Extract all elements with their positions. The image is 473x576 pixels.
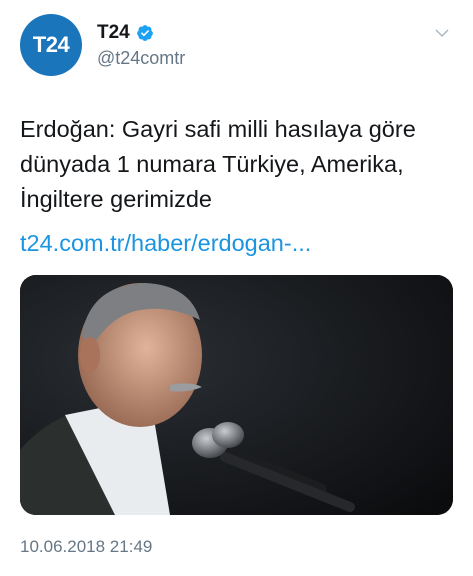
avatar[interactable]: T24 bbox=[20, 14, 82, 76]
verified-badge-icon bbox=[136, 25, 153, 41]
photo-illustration bbox=[20, 275, 453, 515]
chevron-down-icon[interactable] bbox=[433, 24, 451, 42]
tweet-text: Erdoğan: Gayri safi milli hasılaya göre … bbox=[20, 116, 416, 212]
avatar-logo-text: T24 bbox=[32, 32, 70, 57]
tweet-timestamp[interactable]: 10.06.2018 21:49 bbox=[20, 537, 152, 557]
name-row: T24 bbox=[97, 22, 154, 44]
tweet-link[interactable]: t24.com.tr/haber/erdogan-... bbox=[20, 230, 311, 257]
display-name[interactable]: T24 bbox=[97, 22, 130, 44]
tweet-header: T24 T24 @t24comtr bbox=[20, 14, 453, 78]
handle[interactable]: @t24comtr bbox=[97, 48, 185, 69]
tweet-media-photo[interactable] bbox=[20, 275, 453, 515]
